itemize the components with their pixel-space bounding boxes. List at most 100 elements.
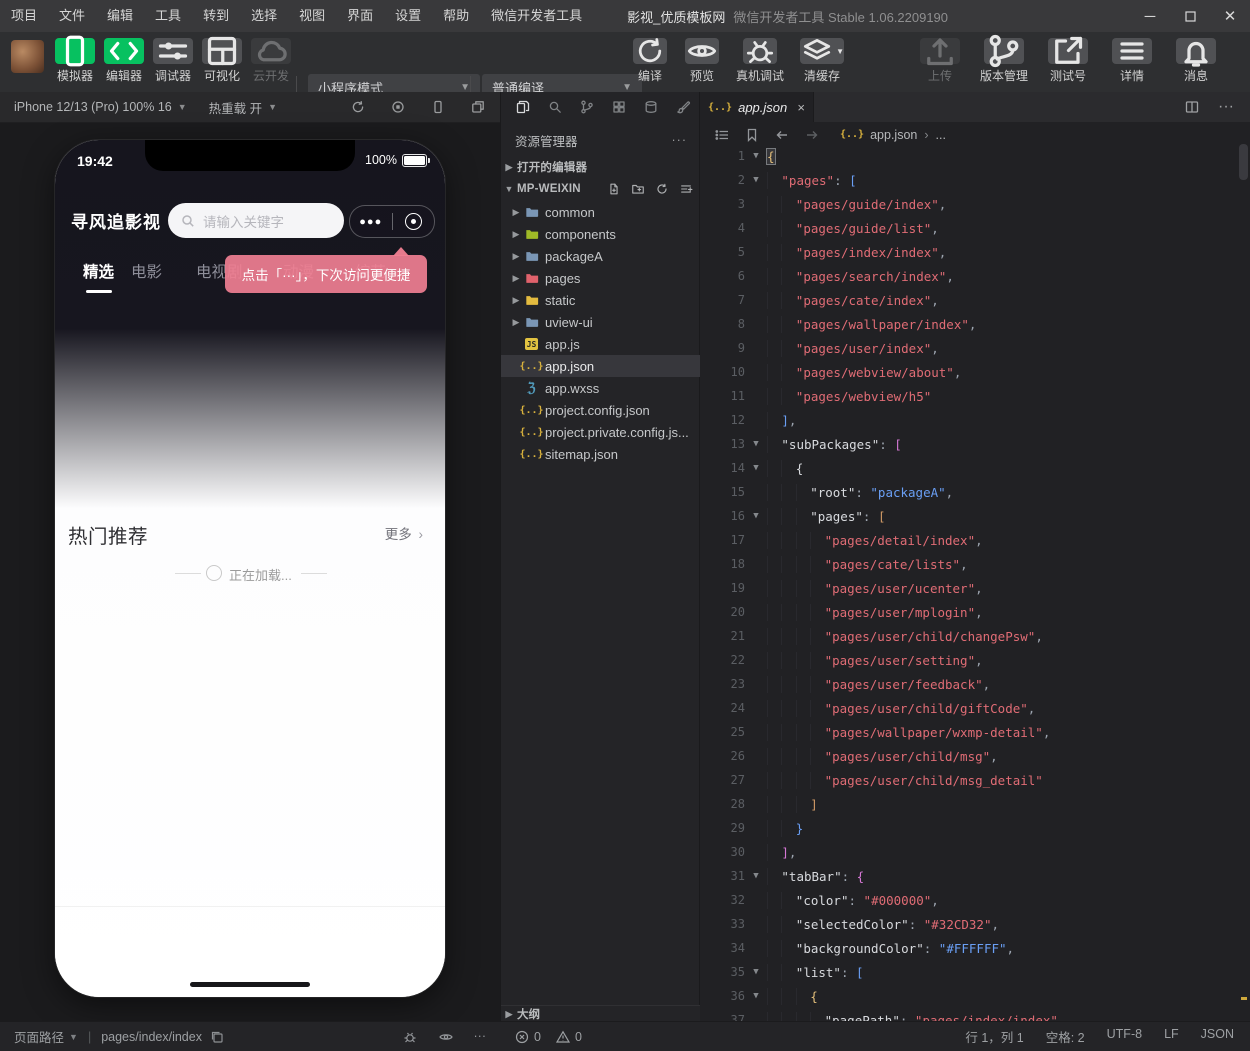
brush-icon[interactable] bbox=[675, 99, 691, 115]
toolbar-button-模拟器[interactable]: 模拟器 bbox=[50, 38, 100, 84]
code-line-22[interactable]: 22"pages/user/setting", bbox=[700, 648, 1250, 672]
menu-转到[interactable]: 转到 bbox=[192, 0, 240, 32]
menu-项目[interactable]: 项目 bbox=[0, 0, 48, 32]
outline-list-icon[interactable] bbox=[714, 127, 730, 143]
device-select[interactable]: iPhone 12/13 (Pro) 100% 16 ▼ bbox=[0, 100, 195, 114]
code-line-17[interactable]: 17"pages/detail/index", bbox=[700, 528, 1250, 552]
code-line-12[interactable]: 12], bbox=[700, 408, 1250, 432]
toolbar-button-详情[interactable]: 详情 bbox=[1100, 38, 1164, 84]
more-dots-icon[interactable]: ●●● bbox=[350, 216, 392, 228]
code-area[interactable]: 1▼{2▼"pages": [3"pages/guide/index",4"pa… bbox=[700, 144, 1250, 1021]
collapse-icon[interactable] bbox=[679, 182, 693, 196]
menu-编辑[interactable]: 编辑 bbox=[96, 0, 144, 32]
refresh-icon[interactable] bbox=[655, 182, 669, 196]
code-line-33[interactable]: 33"selectedColor": "#32CD32", bbox=[700, 912, 1250, 936]
statusbar-item[interactable]: 行 1，列 1 bbox=[965, 1027, 1023, 1046]
code-line-28[interactable]: 28] bbox=[700, 792, 1250, 816]
file-tree-item-app.wxss[interactable]: ℨapp.wxss bbox=[501, 377, 701, 399]
code-line-2[interactable]: 2▼"pages": [ bbox=[700, 168, 1250, 192]
minimize-button[interactable]: ─ bbox=[1130, 0, 1170, 32]
statusbar-item[interactable]: JSON bbox=[1201, 1027, 1234, 1046]
problems-indicator[interactable]: 0 0 bbox=[500, 1029, 700, 1045]
code-line-14[interactable]: 14▼{ bbox=[700, 456, 1250, 480]
statusbar-more-icon[interactable]: ··· bbox=[474, 1029, 487, 1045]
toolbar-button-可视化[interactable]: 可视化 bbox=[197, 38, 247, 84]
close-button[interactable]: ✕ bbox=[1210, 0, 1250, 32]
git-icon[interactable] bbox=[579, 99, 595, 115]
new-folder-icon[interactable] bbox=[631, 182, 645, 196]
copy-icon[interactable] bbox=[209, 1029, 225, 1045]
explorer-more-icon[interactable]: ··· bbox=[672, 133, 688, 147]
toolbar-button-预览[interactable]: 预览 bbox=[676, 38, 728, 84]
editor-more-icon[interactable]: ··· bbox=[1218, 98, 1234, 116]
menu-工具[interactable]: 工具 bbox=[144, 0, 192, 32]
tab-close-icon[interactable]: × bbox=[797, 100, 805, 115]
code-line-31[interactable]: 31▼"tabBar": { bbox=[700, 864, 1250, 888]
code-line-3[interactable]: 3"pages/guide/index", bbox=[700, 192, 1250, 216]
open-editors-section[interactable]: ▶ 打开的编辑器 bbox=[501, 156, 701, 178]
record-icon[interactable] bbox=[390, 99, 406, 115]
file-tree-item-packageA[interactable]: ▶packageA bbox=[501, 245, 701, 267]
outline-section[interactable]: ▶ 大纲 bbox=[501, 1005, 701, 1022]
code-line-1[interactable]: 1▼{ bbox=[700, 144, 1250, 168]
fold-chevron-icon[interactable]: ▼ bbox=[745, 463, 767, 473]
toolbar-button-编译[interactable]: 编译 bbox=[624, 38, 676, 84]
files-icon[interactable] bbox=[515, 99, 531, 115]
user-avatar[interactable] bbox=[11, 40, 44, 73]
code-line-29[interactable]: 29} bbox=[700, 816, 1250, 840]
fold-chevron-icon[interactable]: ▼ bbox=[745, 175, 767, 185]
toolbar-button-清缓存[interactable]: ▼清缓存 bbox=[792, 38, 852, 84]
navigate-forward-icon[interactable] bbox=[804, 127, 820, 143]
hot-reload-toggle[interactable]: 热重载 开 ▼ bbox=[195, 98, 285, 117]
code-line-16[interactable]: 16▼"pages": [ bbox=[700, 504, 1250, 528]
code-line-4[interactable]: 4"pages/guide/list", bbox=[700, 216, 1250, 240]
maximize-button[interactable] bbox=[1170, 0, 1210, 32]
vconsole-bug-icon[interactable] bbox=[402, 1029, 418, 1045]
menu-微信开发者工具[interactable]: 微信开发者工具 bbox=[480, 0, 593, 32]
statusbar-item[interactable]: UTF-8 bbox=[1107, 1027, 1142, 1046]
code-line-30[interactable]: 30], bbox=[700, 840, 1250, 864]
toolbar-button-上传[interactable]: 上传 bbox=[908, 38, 972, 84]
file-tree-item-app.js[interactable]: JSapp.js bbox=[501, 333, 701, 355]
file-tree-item-static[interactable]: ▶static bbox=[501, 289, 701, 311]
toolbar-button-消息[interactable]: 消息 bbox=[1164, 38, 1228, 84]
split-editor-icon[interactable] bbox=[1184, 99, 1200, 115]
fold-chevron-icon[interactable]: ▼ bbox=[745, 511, 767, 521]
phone-tab-电影[interactable]: 电影 bbox=[131, 260, 162, 282]
device-icon[interactable] bbox=[430, 99, 446, 115]
fold-chevron-icon[interactable]: ▼ bbox=[745, 151, 767, 161]
file-tree-item-project.private.config.js...[interactable]: {..}project.private.config.js... bbox=[501, 421, 701, 443]
code-line-32[interactable]: 32"color": "#000000", bbox=[700, 888, 1250, 912]
phone-tab-精选[interactable]: 精选 bbox=[83, 260, 114, 282]
code-line-18[interactable]: 18"pages/cate/lists", bbox=[700, 552, 1250, 576]
breadcrumb-more[interactable]: ... bbox=[936, 128, 946, 142]
code-line-8[interactable]: 8"pages/wallpaper/index", bbox=[700, 312, 1250, 336]
navigate-back-icon[interactable] bbox=[774, 127, 790, 143]
capsule-menu[interactable]: ●●● bbox=[349, 205, 435, 238]
code-line-9[interactable]: 9"pages/user/index", bbox=[700, 336, 1250, 360]
file-tree-item-project.config.json[interactable]: {..}project.config.json bbox=[501, 399, 701, 421]
statusbar-item[interactable]: LF bbox=[1164, 1027, 1179, 1046]
extensions-icon[interactable] bbox=[611, 99, 627, 115]
code-line-34[interactable]: 34"backgroundColor": "#FFFFFF", bbox=[700, 936, 1250, 960]
code-line-13[interactable]: 13▼"subPackages": [ bbox=[700, 432, 1250, 456]
file-tree-item-common[interactable]: ▶common bbox=[501, 201, 701, 223]
code-line-10[interactable]: 10"pages/webview/about", bbox=[700, 360, 1250, 384]
more-link[interactable]: 更多 › bbox=[385, 523, 423, 543]
tab-app-json[interactable]: {..} app.json × bbox=[700, 92, 814, 122]
code-line-23[interactable]: 23"pages/user/feedback", bbox=[700, 672, 1250, 696]
menu-设置[interactable]: 设置 bbox=[384, 0, 432, 32]
code-line-21[interactable]: 21"pages/user/child/changePsw", bbox=[700, 624, 1250, 648]
search-icon[interactable] bbox=[547, 99, 563, 115]
menu-视图[interactable]: 视图 bbox=[288, 0, 336, 32]
code-line-6[interactable]: 6"pages/search/index", bbox=[700, 264, 1250, 288]
menu-界面[interactable]: 界面 bbox=[336, 0, 384, 32]
home-indicator[interactable] bbox=[190, 982, 310, 987]
rotate-icon[interactable] bbox=[350, 99, 366, 115]
toolbar-button-调试器[interactable]: 调试器 bbox=[148, 38, 198, 84]
code-line-11[interactable]: 11"pages/webview/h5" bbox=[700, 384, 1250, 408]
code-line-35[interactable]: 35▼"list": [ bbox=[700, 960, 1250, 984]
code-line-26[interactable]: 26"pages/user/child/msg", bbox=[700, 744, 1250, 768]
toolbar-button-云开发[interactable]: 云开发 bbox=[246, 38, 296, 84]
fold-chevron-icon[interactable]: ▼ bbox=[745, 439, 767, 449]
